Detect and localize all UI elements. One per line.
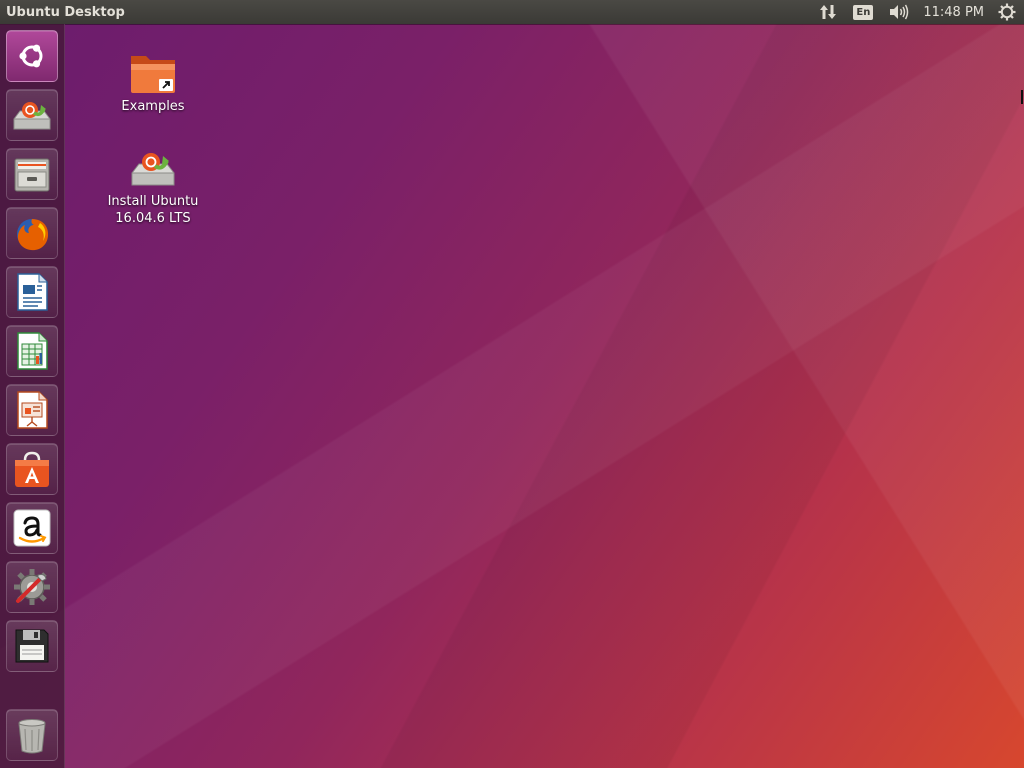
desktop-icon-examples[interactable]: Examples (98, 50, 208, 115)
volume-icon[interactable] (881, 0, 917, 24)
calc-icon (17, 332, 48, 370)
firefox-icon (17, 219, 49, 251)
launcher-dash-home[interactable] (6, 30, 58, 82)
clock[interactable]: 11:48 PM (917, 0, 990, 24)
mouse-cursor-icon (1021, 90, 1023, 104)
settings-icon (14, 569, 50, 605)
floppy-drive-icon (15, 629, 49, 663)
launcher-files[interactable] (6, 148, 58, 200)
panel-title: Ubuntu Desktop (6, 4, 125, 20)
launcher-trash[interactable] (6, 709, 58, 761)
launcher-install-ubuntu[interactable] (6, 89, 58, 141)
writer-icon (17, 273, 48, 311)
folder-link-icon (131, 56, 175, 93)
launcher-libreoffice-impress[interactable] (6, 384, 58, 436)
launcher-removable-drive[interactable] (6, 620, 58, 672)
launcher-firefox[interactable] (6, 207, 58, 259)
keyboard-layout-indicator[interactable]: En (845, 0, 881, 24)
installer-icon (13, 102, 51, 130)
indicator-area: En 11:48 PM (811, 0, 1024, 24)
desktop-icon-label: Install Ubuntu 16.04.6 LTS (107, 194, 199, 226)
launcher-ubuntu-software[interactable] (6, 443, 58, 495)
amazon-icon (13, 509, 51, 547)
top-panel: Ubuntu Desktop En 11:48 PM (0, 0, 1024, 24)
keyboard-layout-label: En (853, 4, 874, 20)
desktop-icon-install-ubuntu[interactable]: Install Ubuntu 16.04.6 LTS (98, 145, 208, 227)
file-cabinet-icon (14, 158, 50, 192)
launcher-amazon[interactable] (6, 502, 58, 554)
unity-launcher (0, 24, 65, 768)
impress-icon (17, 391, 48, 429)
trash-icon (18, 719, 46, 754)
launcher-libreoffice-calc[interactable] (6, 325, 58, 377)
desktop-wallpaper (0, 0, 1024, 768)
power-gear-icon[interactable] (990, 0, 1024, 24)
desktop-icon-label: Examples (121, 99, 185, 114)
software-center-icon (15, 451, 49, 487)
ubuntu-logo-icon (19, 44, 43, 68)
launcher-libreoffice-writer[interactable] (6, 266, 58, 318)
installer-icon (131, 153, 175, 186)
launcher-system-settings[interactable] (6, 561, 58, 613)
network-icon[interactable] (811, 0, 845, 24)
